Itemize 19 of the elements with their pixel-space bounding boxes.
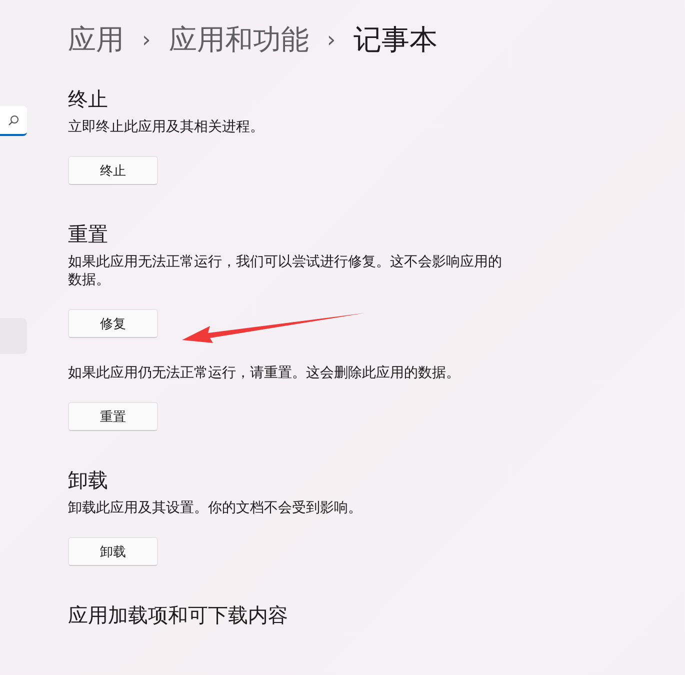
search-icon (8, 114, 19, 126)
breadcrumb-item: 记事本 (354, 22, 438, 58)
section-heading: 应用加载项和可下载内容 (68, 602, 289, 628)
section-heading: 重置 (68, 221, 109, 247)
action-button[interactable]: 终止 (68, 156, 158, 185)
action-button[interactable]: 修复 (68, 309, 158, 338)
section-heading: 卸载 (68, 467, 109, 493)
action-button[interactable]: 重置 (68, 402, 158, 431)
description-text: 卸载此应用及其设置。你的文档不会受到影响。 (68, 499, 363, 517)
description-text: 立即终止此应用及其相关进程。 (68, 118, 265, 136)
chevron-separator: › (142, 28, 151, 52)
chevron-separator: › (326, 28, 336, 52)
search-field[interactable] (0, 106, 27, 136)
breadcrumb-item[interactable]: 应用和功能 (168, 21, 309, 59)
breadcrumb-item[interactable]: 应用 (68, 21, 124, 59)
description-text: 如果此应用无法正常运行，我们可以尝试进行修复。这不会影响应用的数据。 (68, 253, 503, 289)
section-heading: 终止 (68, 86, 109, 112)
description-text: 如果此应用仍无法正常运行，请重置。这会删除此应用的数据。 (68, 364, 461, 382)
action-button[interactable]: 卸载 (68, 537, 158, 566)
